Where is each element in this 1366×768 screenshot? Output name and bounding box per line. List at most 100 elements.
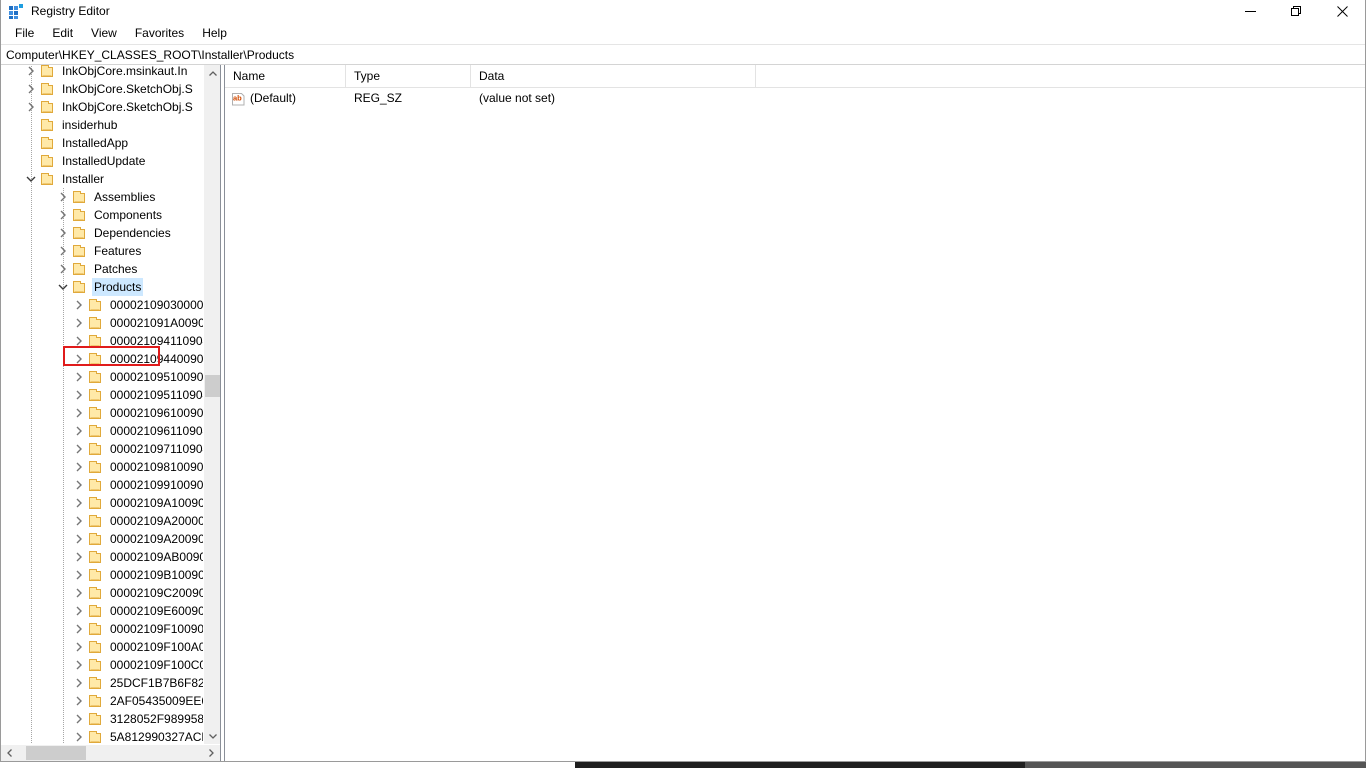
tree-item[interactable]: InkObjCore.msinkaut.In [1,65,203,80]
tree-item[interactable]: Components [1,206,203,224]
tree-item[interactable]: 000021095110904 [1,386,203,404]
column-header-data[interactable]: Data [471,65,756,87]
tree-item[interactable]: 000021097110904 [1,440,203,458]
tree-item[interactable]: 000021090300000 [1,296,203,314]
scroll-right-arrow-icon[interactable] [202,745,219,761]
chevron-right-icon[interactable] [71,549,87,565]
tree-item[interactable]: 000021099100904 [1,476,203,494]
table-row[interactable]: ab (Default) REG_SZ (value not set) [225,88,1365,109]
chevron-right-icon[interactable] [71,405,87,421]
tree-item[interactable]: 000021096100904 [1,404,203,422]
tree-item[interactable]: 00002109A100904 [1,494,203,512]
chevron-right-icon[interactable] [71,441,87,457]
address-bar[interactable]: Computer\HKEY_CLASSES_ROOT\Installer\Pro… [1,44,1365,65]
menu-file[interactable]: File [6,24,43,44]
chevron-right-icon[interactable] [71,369,87,385]
tree-guide-line [31,530,32,548]
tree-vertical-scrollbar[interactable] [203,65,220,744]
chevron-right-icon[interactable] [71,567,87,583]
tree-item[interactable]: 00002109F100A0C [1,638,203,656]
chevron-right-icon[interactable] [55,189,71,205]
tree-item[interactable]: 000021098100904 [1,458,203,476]
tree-item[interactable]: 000021094110904 [1,332,203,350]
menu-favorites[interactable]: Favorites [126,24,193,44]
chevron-right-icon[interactable] [71,423,87,439]
tree-item[interactable]: 00002109F100904 [1,620,203,638]
chevron-right-icon[interactable] [55,243,71,259]
tree-item[interactable]: InstalledApp [1,134,203,152]
minimize-button[interactable] [1227,0,1273,23]
column-header-type[interactable]: Type [346,65,471,87]
column-header-name[interactable]: Name [225,65,346,87]
chevron-right-icon[interactable] [71,603,87,619]
chevron-right-icon[interactable] [55,207,71,223]
tree-item[interactable]: 000021094400904 [1,350,203,368]
chevron-right-icon[interactable] [71,387,87,403]
tree-guide-line [63,476,64,494]
tree-item[interactable]: 25DCF1B7B6F821 [1,674,203,692]
tree-item[interactable]: Features [1,242,203,260]
chevron-right-icon[interactable] [71,657,87,673]
chevron-right-icon[interactable] [23,81,39,97]
tree-item[interactable]: 00002109C200904 [1,584,203,602]
close-button[interactable] [1319,0,1365,23]
chevron-right-icon[interactable] [71,351,87,367]
tree-item[interactable]: 00002109A200904 [1,530,203,548]
tree-item[interactable]: Assemblies [1,188,203,206]
chevron-right-icon[interactable] [71,459,87,475]
tree-item[interactable]: 00002109F100C04 [1,656,203,674]
chevron-right-icon[interactable] [55,261,71,277]
tree-item-selected[interactable]: Products [1,278,203,296]
tree-item[interactable]: 00002109E600904 [1,602,203,620]
chevron-right-icon[interactable] [71,495,87,511]
tree-item[interactable]: InkObjCore.SketchObj.S [1,80,203,98]
tree-item[interactable]: 3128052F989958E [1,710,203,728]
chevron-right-icon[interactable] [71,711,87,727]
chevron-right-icon[interactable] [71,693,87,709]
scroll-up-arrow-icon[interactable] [204,65,220,82]
tree-item[interactable]: Installer [1,170,203,188]
restore-button[interactable] [1273,0,1319,23]
scroll-left-arrow-icon[interactable] [1,745,18,761]
chevron-down-icon[interactable] [55,279,71,295]
tree-item[interactable]: 2AF05435009EE65 [1,692,203,710]
tree-item[interactable]: InkObjCore.SketchObj.S [1,98,203,116]
chevron-right-icon[interactable] [71,675,87,691]
menu-view[interactable]: View [82,24,126,44]
chevron-right-icon[interactable] [23,65,39,79]
values-list: ab (Default) REG_SZ (value not set) [225,88,1365,109]
tree-item[interactable]: 000021091A00904 [1,314,203,332]
value-name-text: (Default) [250,91,297,105]
menu-help[interactable]: Help [193,24,236,44]
tree-item[interactable]: 5A812990327ACD [1,728,203,744]
tree-item[interactable]: Dependencies [1,224,203,242]
chevron-right-icon[interactable] [71,729,87,744]
tree-guide-line [63,674,64,692]
chevron-right-icon[interactable] [71,531,87,547]
chevron-right-icon[interactable] [71,621,87,637]
tree-guide-line [31,638,32,656]
chevron-right-icon[interactable] [71,585,87,601]
chevron-right-icon[interactable] [23,99,39,115]
tree-item[interactable]: Patches [1,260,203,278]
chevron-right-icon[interactable] [71,315,87,331]
chevron-right-icon[interactable] [71,297,87,313]
chevron-right-icon[interactable] [71,333,87,349]
tree-item[interactable]: 00002109B100904 [1,566,203,584]
tree-vscroll-thumb[interactable] [205,375,220,397]
chevron-right-icon[interactable] [71,513,87,529]
chevron-down-icon[interactable] [23,171,39,187]
tree-item[interactable]: 00002109AB00904 [1,548,203,566]
menu-edit[interactable]: Edit [43,24,82,44]
tree-hscroll-thumb[interactable] [26,746,86,760]
chevron-right-icon[interactable] [71,639,87,655]
chevron-right-icon[interactable] [71,477,87,493]
tree-item[interactable]: 000021096110904 [1,422,203,440]
tree-item[interactable]: 00002109A200000 [1,512,203,530]
scroll-down-arrow-icon[interactable] [204,727,220,744]
tree-item[interactable]: InstalledUpdate [1,152,203,170]
tree-item[interactable]: insiderhub [1,116,203,134]
tree-item[interactable]: 000021095100904 [1,368,203,386]
tree-horizontal-scrollbar[interactable] [1,744,220,761]
chevron-right-icon[interactable] [55,225,71,241]
